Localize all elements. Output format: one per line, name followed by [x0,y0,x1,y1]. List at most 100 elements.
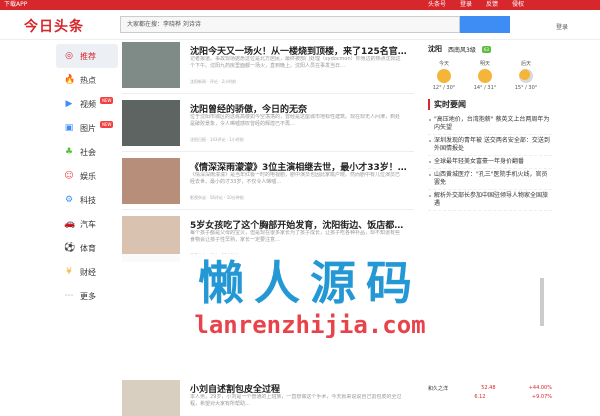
hot-news-list: "高压地价，台湾抱薪" 蔡英文上台两周年为内矢望 深圳发现的青年被 送交两名安全部… [428,114,552,211]
feed-item[interactable]: 沈阳曾经的骄傲，今日的无奈 位于沈阳市城区的这栋高楼如今空荡荡的，曾经是这座城市地… [122,100,414,152]
new-badge: NEW [100,121,114,128]
day-range: 14° / 31° [473,85,497,91]
stock-name: 和久之洋 [428,386,449,392]
stock-change: +9.07% [531,394,552,400]
channel-icon: ⚙ [64,195,74,205]
sidebar-item[interactable]: ⚽ 体育 [56,236,118,260]
news-item[interactable]: "高压地价，台湾抱薪" 蔡英文上台两周年为内矢望 [428,114,552,135]
top-bar: 下载APP 头条号 登录 反馈 侵权 [0,0,600,10]
feed-summary: 每个孩子都是父母的宝贝，但是现在很多家长为了孩子成长，让孩子吃各种补品，却不知道… [190,230,401,243]
day-range: 15° / 30° [514,85,538,91]
stock-price: 6.12 [474,394,486,400]
top-link[interactable]: 侵权 [512,0,524,10]
scrollbar[interactable] [540,278,544,326]
sidebar-item-label: 更多 [80,291,96,301]
weather-day: 今天 12° / 30° [428,60,460,91]
feed-item[interactable]: 《情深深雨濛濛》3位主演相继去世，最小才33岁！看… 《情深深雨濛濛》是当年红极一… [122,158,414,210]
sidebar-item-label: 视频 [80,99,96,109]
sun-icon [437,69,451,83]
partly-cloudy-icon [519,69,533,83]
top-link[interactable]: 登录 [460,0,472,10]
channel-icon: ▶ [65,99,73,109]
day-name: 后天 [520,61,531,67]
feed-meta: 沈阳新闻 · 评论 · 2小时前 [190,79,237,84]
channel-icon: ♣ [64,147,74,157]
search-input[interactable]: 大家都在搜：李晓桦 刘诗诗 [120,16,460,33]
sidebar-item[interactable]: ▣ 图片 NEW [56,116,118,140]
sidebar-item-label: 财经 [80,267,96,277]
feed-thumbnail[interactable] [122,42,180,88]
sidebar-item-label: 娱乐 [80,171,96,181]
sidebar-item-label: 汽车 [80,219,96,229]
top-link[interactable]: 反馈 [486,0,498,10]
stock-list: 和久之洋 52.48 +44.00% 6.12 +9.07% [428,384,552,401]
channel-icon: ◎ [65,51,73,61]
watermark-cn: 懒人源码 [198,256,422,310]
feed-summary: 本人男，29岁，小刘是一个普通的上班族，一直想做这个手术，今天就来说说自己割包皮… [190,394,402,407]
news-item[interactable]: 山西黄城医疗："孔三"医院手机火线，官员罢免 [428,169,552,190]
sidebar-item[interactable]: 🔥 热点 [56,68,118,92]
day-range: 12° / 30° [432,85,456,91]
download-app-link[interactable]: 下载APP [4,0,27,10]
feed-thumbnail[interactable] [122,158,180,204]
feed-thumbnail[interactable] [122,100,180,146]
search-button[interactable] [460,16,510,33]
stock-row[interactable]: 6.12 +9.07% [428,393,552,401]
news-item[interactable]: 解析外交部长参加中国驻倾导人物家全国旅遇 [428,190,552,211]
channel-icon: ☺ [64,171,74,181]
watermark-en: lanrenzhijia.com [194,311,426,339]
sidebar-item[interactable]: ☺ 娱乐 [56,164,118,188]
header: 今日头条 大家都在搜：李晓桦 刘诗诗 登录 [0,10,600,40]
stock-change: +44.00% [528,385,552,391]
logo[interactable]: 今日头条 [24,16,84,36]
channel-icon: ▣ [64,123,74,133]
sidebar-item-label: 推荐 [80,51,96,61]
day-name: 今天 [438,61,449,67]
sidebar-item[interactable]: ◎ 推荐 [56,44,118,68]
sidebar-item[interactable]: ▶ 视频 NEW [56,92,118,116]
news-heading: 实时要闻 [428,99,552,110]
feed-meta: 沈阳日报 · 143评论 · 1小时前 [190,137,244,142]
top-link[interactable]: 头条号 [428,0,446,10]
right-panel: 沈阳 西南风3级 63 今天 12° / 30° 明天 14° / 31° 后天… [428,44,552,211]
sidebar-item-label: 热点 [80,75,96,85]
channel-icon: ¥ [66,267,72,277]
sidebar-item-label: 社会 [80,147,96,157]
sidebar-item[interactable]: ¥ 财经 [56,260,118,284]
channel-sidebar: ◎ 推荐 🔥 热点 ▶ 视频 NEW ▣ 图片 NEW ♣ 社会 ☺ 娱乐 ⚙ 科技 🚗 汽车 ⚽ 体育 ¥ 财经 ⋯ 更多 [56,44,118,308]
feed-summary: 《情深深雨濛濛》是当年红极一时的电视剧，剧中演员也因此家喻户晓。然而剧中有几位演… [190,172,401,185]
feed-summary: 记者报道。事故现场据悉这位是北方居民，最终被部门处理（sydocmon）你身边的… [190,56,401,69]
aqi-badge: 63 [481,45,491,53]
weather-day: 明天 14° / 31° [469,60,501,91]
sun-icon [478,69,492,83]
channel-icon: ⋯ [64,291,74,301]
feed-summary: 位于沈阳市城区的这栋高楼如今空荡荡的，曾经是这座城市地标性建筑。现在却无人问津，… [190,114,401,127]
top-links: 头条号 登录 反馈 侵权 [428,0,552,10]
feed-item[interactable]: 沈阳今天又一场火！从一楼烧到顶楼，来了125名官兵2… 记者报道。事故现场据悉这位… [122,42,414,94]
weather-day: 后天 15° / 30° [510,60,542,91]
channel-icon: 🔥 [64,75,76,85]
stock-row[interactable]: 和久之洋 52.48 +44.00% [428,384,552,393]
watermark: 懒人源码 lanrenzhijia.com [150,256,470,340]
sidebar-item-label: 图片 [80,123,96,133]
sidebar-item[interactable]: ⚙ 科技 [56,188,118,212]
day-name: 明天 [479,61,490,67]
sidebar-item-label: 体育 [80,243,96,253]
weather-days: 今天 12° / 30° 明天 14° / 31° 后天 15° / 30° [428,60,542,91]
feed-thumbnail[interactable] [122,380,180,416]
stock-price: 52.48 [481,385,496,391]
news-item[interactable]: 深圳发现的青年被 送交两名安全部：交送到外国情报处 [428,135,552,156]
sidebar-item[interactable]: 🚗 汽车 [56,212,118,236]
feed-meta: 影视杂谈 · 56评论 · 10分钟前 [190,195,244,200]
weather-city: 沈阳 [428,45,442,53]
sidebar-item[interactable]: ♣ 社会 [56,140,118,164]
weather-desc: 西南风3级 [448,46,476,54]
feed-item[interactable]: 小刘自述割包皮全过程 本人男，29岁，小刘是一个普通的上班族，一直想做这个手术，今… [122,380,414,416]
sidebar-item[interactable]: ⋯ 更多 [56,284,118,308]
channel-icon: ⚽ [64,243,76,253]
login-link[interactable]: 登录 [556,22,568,31]
weather-header: 沈阳 西南风3级 63 [428,44,552,54]
channel-icon: 🚗 [64,219,76,229]
sidebar-item-label: 科技 [80,195,96,205]
news-item[interactable]: 全球最年轻美女富豪一年身价翻番 [428,156,552,169]
